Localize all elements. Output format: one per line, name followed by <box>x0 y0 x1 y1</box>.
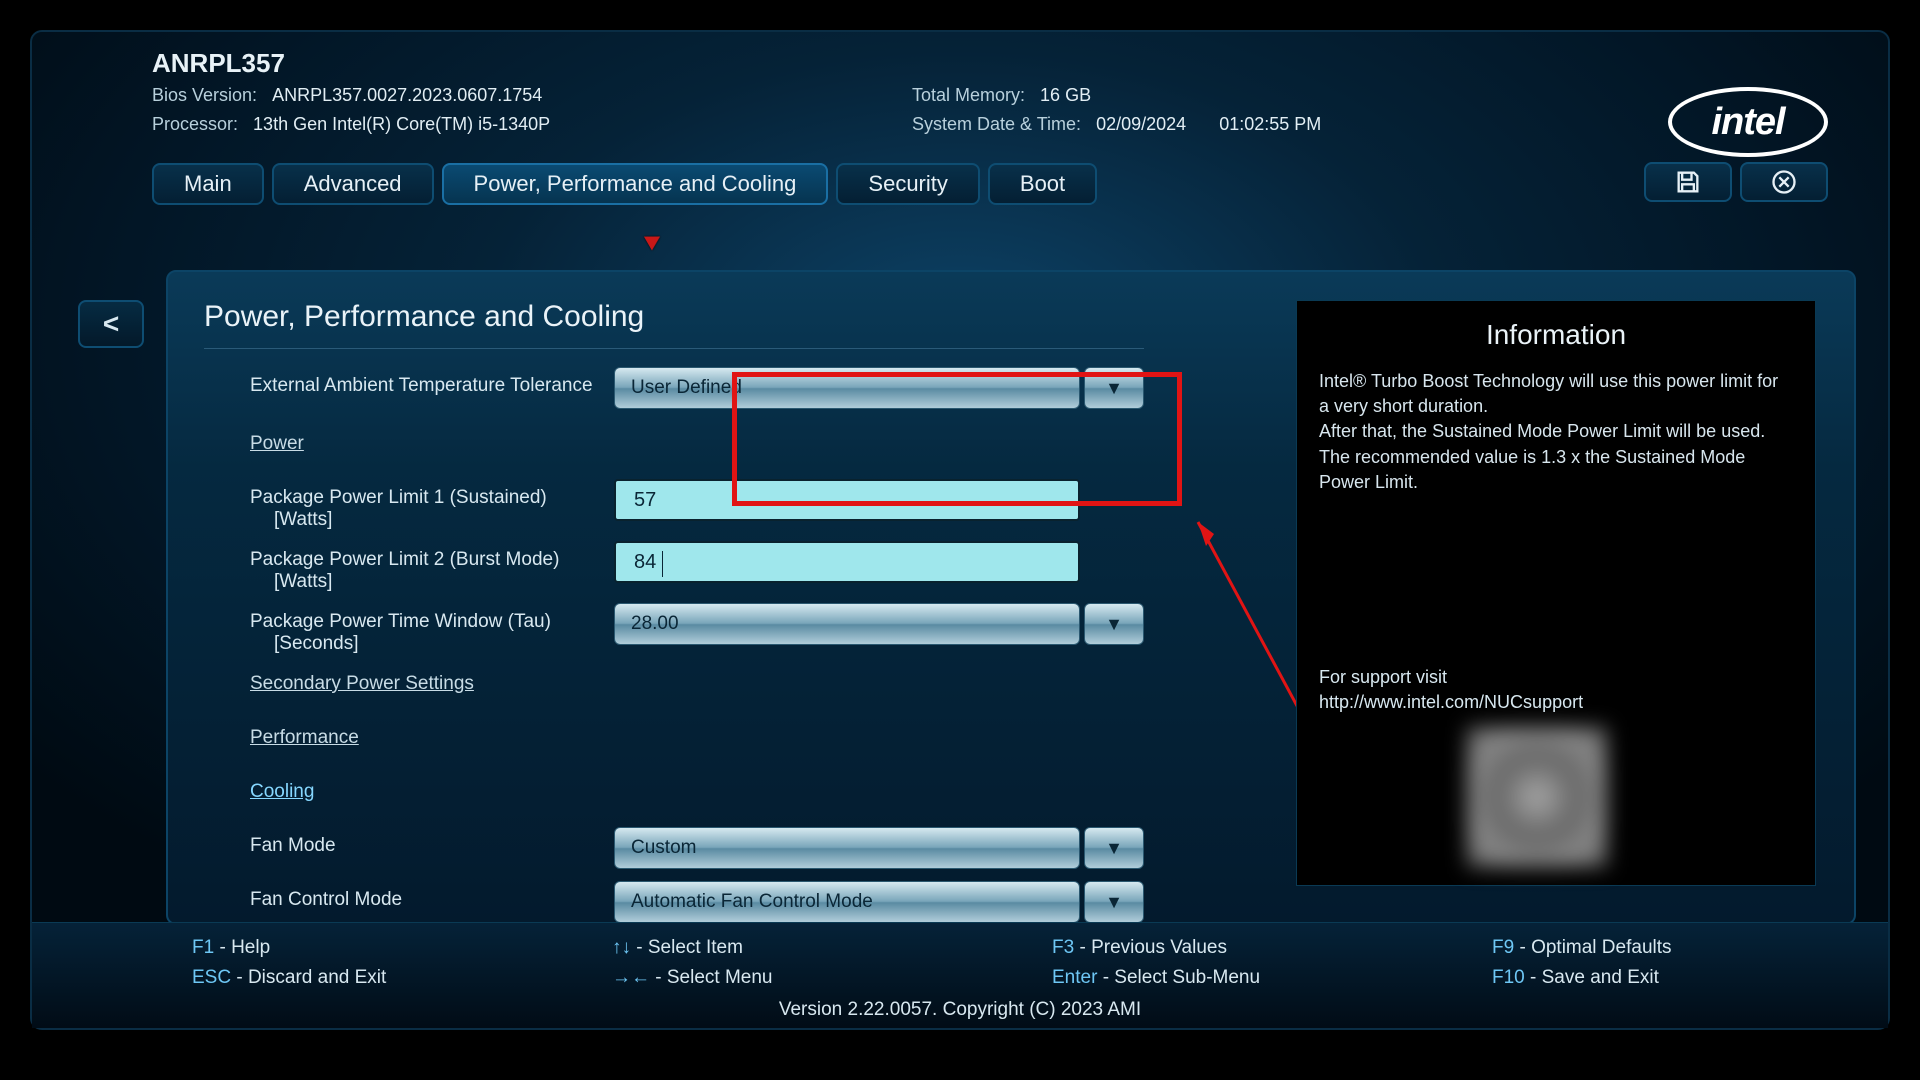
fan-mode-label: Fan Mode <box>204 827 614 857</box>
pl2-label: Package Power Limit 2 (Burst Mode) [Watt… <box>204 541 614 593</box>
info-title: Information <box>1319 319 1793 351</box>
information-panel: Information Intel® Turbo Boost Technolog… <box>1296 300 1816 886</box>
tab-boot[interactable]: Boot <box>988 163 1097 205</box>
secondary-power-link[interactable]: Secondary Power Settings <box>250 673 474 694</box>
version-text: Version 2.22.0057. Copyright (C) 2023 AM… <box>192 999 1728 1021</box>
time-value: 01:02:55 PM <box>1219 114 1321 134</box>
tau-dropdown[interactable]: 28.00 <box>614 603 1080 645</box>
power-link[interactable]: Power <box>250 433 304 454</box>
fan-control-label: Fan Control Mode <box>204 881 614 911</box>
total-memory-value: 16 GB <box>1040 85 1091 105</box>
footer-hints: F1 - Help ↑↓ - Select Item F3 - Previous… <box>32 922 1888 1028</box>
fan-control-dropdown[interactable]: Automatic Fan Control Mode <box>614 881 1080 923</box>
ext-temp-dropdown[interactable]: User Defined <box>614 367 1080 409</box>
exit-button[interactable] <box>1740 162 1828 202</box>
bios-version-label: Bios Version: <box>152 85 257 105</box>
save-button[interactable] <box>1644 162 1732 202</box>
total-memory-label: Total Memory: <box>912 85 1025 105</box>
save-icon <box>1674 168 1702 196</box>
pl1-input[interactable]: 57 <box>614 479 1080 521</box>
fan-mode-dropdown-arrow[interactable]: ▼ <box>1084 827 1144 869</box>
tab-advanced[interactable]: Advanced <box>272 163 434 205</box>
bios-header: ANRPL357 Bios Version: ANRPL357.0027.202… <box>32 32 1888 162</box>
tab-security[interactable]: Security <box>836 163 979 205</box>
info-support: For support visit http://www.intel.com/N… <box>1319 665 1583 715</box>
fan-control-dropdown-arrow[interactable]: ▼ <box>1084 881 1144 923</box>
back-button[interactable]: < <box>78 300 144 348</box>
ext-temp-dropdown-arrow[interactable]: ▼ <box>1084 367 1144 409</box>
pl2-input[interactable]: 84 <box>614 541 1080 583</box>
tab-power-performance-cooling[interactable]: Power, Performance and Cooling <box>442 163 829 205</box>
performance-link[interactable]: Performance <box>250 727 359 748</box>
ext-temp-label: External Ambient Temperature Tolerance <box>204 367 614 397</box>
pl1-label: Package Power Limit 1 (Sustained) [Watts… <box>204 479 614 531</box>
tau-dropdown-arrow[interactable]: ▼ <box>1084 603 1144 645</box>
page-title: Power, Performance and Cooling <box>204 300 1144 349</box>
datetime-label: System Date & Time: <box>912 114 1081 134</box>
close-circle-icon <box>1770 168 1798 196</box>
info-body: Intel® Turbo Boost Technology will use t… <box>1319 369 1793 495</box>
cooling-link[interactable]: Cooling <box>250 781 314 802</box>
fan-mode-dropdown[interactable]: Custom <box>614 827 1080 869</box>
tau-label: Package Power Time Window (Tau) [Seconds… <box>204 603 614 655</box>
qr-code-image <box>1467 727 1607 867</box>
tab-bar: Main Advanced Power, Performance and Coo… <box>32 162 1888 206</box>
model-id: ANRPL357 <box>152 48 1848 79</box>
intel-logo: intel <box>1668 87 1828 157</box>
tab-main[interactable]: Main <box>152 163 264 205</box>
settings-panel: Power, Performance and Cooling External … <box>166 270 1856 925</box>
processor-value: 13th Gen Intel(R) Core(TM) i5-1340P <box>253 114 550 134</box>
date-value: 02/09/2024 <box>1096 114 1186 134</box>
bios-version-value: ANRPL357.0027.2023.0607.1754 <box>272 85 542 105</box>
cursor-indicator-icon <box>644 230 664 251</box>
processor-label: Processor: <box>152 114 238 134</box>
